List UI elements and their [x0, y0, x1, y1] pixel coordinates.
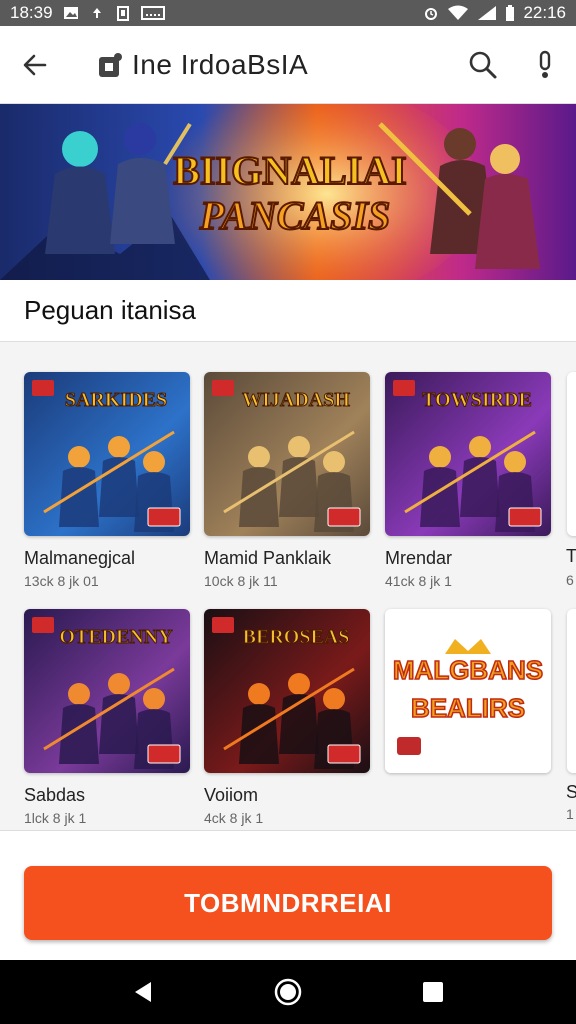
game-title: Mrendar [385, 548, 453, 568]
banner-title-line2: PANCASIS [199, 193, 390, 238]
primary-action-button[interactable]: TOBMNDRREIAI [24, 866, 552, 940]
game-art-title: WIJADASH [242, 389, 350, 411]
app-title: Ine IrdoaBsIA [132, 48, 309, 80]
nav-back-icon [134, 982, 151, 1002]
battery-icon [505, 5, 515, 21]
banner-title-line1: BIIGNALIAI [173, 148, 406, 193]
peek-meta: 6 [566, 572, 574, 588]
clipboard-icon [115, 5, 131, 21]
game-art-title: MALGBANS [393, 655, 543, 685]
status-time-right: 22:16 [523, 3, 566, 22]
game-thumbnail[interactable]: MALGBANS BEALIRS [385, 609, 551, 773]
game-title: Sabdas [24, 785, 86, 805]
nav-recents-icon [423, 982, 444, 1002]
wifi-icon [447, 5, 469, 21]
peek-meta: 1 [566, 806, 574, 822]
back-arrow-icon [23, 54, 47, 75]
game-meta: 13ck 8 jk 01 [24, 573, 99, 589]
game-title: Mamid Panklaik [204, 548, 332, 568]
game-card[interactable]: BEROSEAS Voiiom 4ck 8 jk 1 [204, 609, 370, 826]
game-art-title: TOWSIRDE [422, 389, 532, 411]
game-thumbnail[interactable]: WIJADASH [204, 372, 370, 536]
game-thumbnail[interactable]: OTEDENNY [24, 609, 190, 773]
game-card[interactable]: TOWSIRDE Mrendar 41ck 8 jk 1 [385, 372, 551, 589]
game-art-title: BEROSEAS [243, 626, 350, 648]
game-art-title: SARKIDES [65, 389, 167, 411]
more-options-button[interactable] [514, 26, 576, 104]
status-time: 18:39 [10, 3, 53, 22]
status-bar: 18:39 22:16 [0, 0, 576, 26]
game-meta: 41ck 8 jk 1 [385, 573, 452, 589]
nav-home-button[interactable] [268, 972, 308, 1012]
nav-home-icon [274, 978, 302, 1006]
game-meta: 4ck 8 jk 1 [204, 810, 264, 826]
game-grid: T 6 S 1 SARKIDES Malmanegjcal 13ck 8 jk 01… [0, 342, 576, 830]
next-card-peek[interactable] [567, 609, 576, 773]
more-vert-icon [539, 50, 551, 78]
game-art-title: OTEDENNY [59, 626, 173, 648]
game-art-title: BEALIRS [411, 693, 525, 723]
game-card[interactable]: MALGBANS BEALIRS [385, 609, 551, 773]
game-meta: 10ck 8 jk 11 [204, 573, 278, 589]
game-card[interactable]: WIJADASH Mamid Panklaik 10ck 8 jk 11 [204, 372, 370, 589]
game-thumbnail[interactable]: BEROSEAS [204, 609, 370, 773]
search-icon [469, 51, 497, 78]
peek-label: S [566, 782, 576, 802]
game-title: Voiiom [204, 785, 259, 805]
upload-icon [89, 5, 105, 21]
signal-icon [477, 5, 497, 21]
next-card-peek[interactable] [567, 372, 576, 536]
peek-label: T [566, 546, 576, 566]
nav-back-button[interactable] [123, 972, 163, 1012]
game-title: Malmanegjcal [24, 548, 136, 568]
app-logo-icon [99, 52, 122, 77]
app-bar: Ine IrdoaBsIA [0, 26, 576, 104]
bottom-sheet: TOBMNDRREIAI [0, 830, 576, 960]
search-button[interactable] [452, 26, 514, 104]
photo-icon [63, 5, 79, 21]
section-header: Peguan itanisa [0, 280, 576, 342]
game-meta: 1lck 8 jk 1 [24, 810, 87, 826]
game-thumbnail[interactable]: TOWSIRDE [385, 372, 551, 536]
nav-recents-button[interactable] [413, 972, 453, 1012]
game-card[interactable]: SARKIDES Malmanegjcal 13ck 8 jk 01 [24, 372, 190, 589]
alarm-icon [423, 5, 439, 21]
cast-icon [140, 5, 165, 21]
game-card[interactable]: OTEDENNY Sabdas 1lck 8 jk 1 [24, 609, 190, 826]
game-thumbnail[interactable]: SARKIDES [24, 372, 190, 536]
system-nav-bar [0, 960, 576, 1024]
back-button[interactable] [0, 26, 70, 104]
featured-banner[interactable]: BIIGNALIAI PANCASIS [0, 104, 576, 280]
section-title: Peguan itanisa [24, 295, 197, 325]
